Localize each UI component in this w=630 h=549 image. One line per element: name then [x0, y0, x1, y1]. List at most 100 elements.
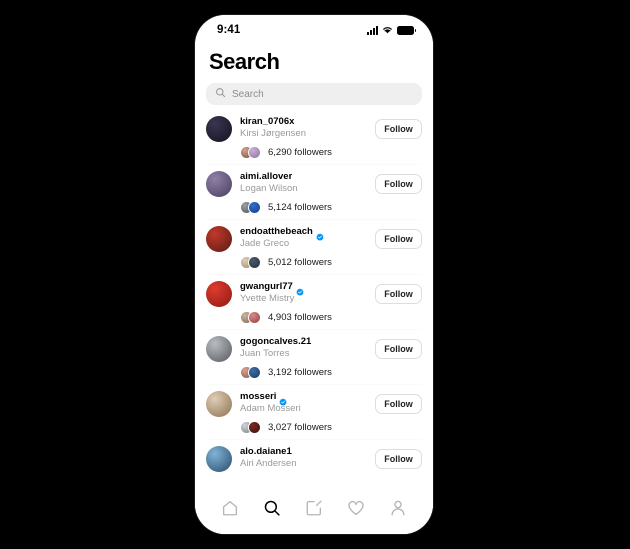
- profile-icon: [389, 499, 407, 522]
- avatar[interactable]: [206, 226, 232, 252]
- list-item[interactable]: gogoncalves.21 Juan Torres Follow 3,192 fol…: [206, 329, 422, 384]
- username-line: kiran_0706x: [240, 116, 367, 127]
- avatar[interactable]: [206, 116, 232, 142]
- mutual-avatar: [248, 311, 261, 324]
- username[interactable]: aimi.allover: [240, 171, 292, 182]
- status-time: 9:41: [217, 24, 241, 36]
- heart-icon: [347, 499, 365, 522]
- username-line: gwangurl77: [240, 281, 367, 296]
- username[interactable]: alo.daiane1: [240, 446, 292, 457]
- bottom-tab-bar: [195, 494, 433, 534]
- list-item-main: endoatthebeach Jade Greco Follow: [206, 226, 422, 252]
- account-identity: alo.daiane1 Airi Andersen: [240, 446, 367, 469]
- username[interactable]: mosseri: [240, 391, 276, 402]
- follower-count: 3,192 followers: [268, 367, 332, 378]
- mutual-avatar: [248, 146, 261, 159]
- account-identity: kiran_0706x Kirsi Jørgensen: [240, 116, 367, 139]
- username[interactable]: endoatthebeach: [240, 226, 313, 237]
- username-line: endoatthebeach: [240, 226, 367, 241]
- follow-button[interactable]: Follow: [375, 174, 422, 194]
- mutual-avatar: [248, 201, 261, 214]
- avatar[interactable]: [206, 336, 232, 362]
- followers-line: 5,124 followers: [206, 201, 422, 214]
- list-item-main: aimi.allover Logan Wilson Follow: [206, 171, 422, 197]
- mutual-avatar-stack: [240, 366, 262, 379]
- followers-line: 5,012 followers: [206, 256, 422, 269]
- home-icon: [221, 499, 239, 522]
- followers-line: 3,192 followers: [206, 366, 422, 379]
- username[interactable]: kiran_0706x: [240, 116, 294, 127]
- mutual-avatar-stack: [240, 421, 262, 434]
- full-name: Logan Wilson: [240, 183, 298, 194]
- account-identity: endoatthebeach Jade Greco: [240, 226, 367, 249]
- tab-activity[interactable]: [343, 497, 369, 523]
- list-item[interactable]: kiran_0706x Kirsi Jørgensen Follow 6,290 fo…: [206, 110, 422, 164]
- mutual-avatar-stack: [240, 311, 262, 324]
- mutual-avatar-stack: [240, 146, 262, 159]
- username-line: gogoncalves.21: [240, 336, 367, 347]
- status-bar: 9:41: [195, 15, 433, 45]
- mutual-avatar: [248, 366, 261, 379]
- create-icon: [305, 499, 323, 522]
- follower-count: 4,903 followers: [268, 312, 332, 323]
- list-item[interactable]: gwangurl77 Yvette Mistry Follow 4,903 follo…: [206, 274, 422, 329]
- search-results-list[interactable]: kiran_0706x Kirsi Jørgensen Follow 6,290 fo…: [195, 110, 433, 494]
- follow-button[interactable]: Follow: [375, 284, 422, 304]
- screenshot-canvas: 9:41 Search Search kiran_0706x Kirsi Jør…: [0, 0, 630, 549]
- cellular-signal-icon: [367, 25, 378, 35]
- username[interactable]: gwangurl77: [240, 281, 293, 292]
- mutual-avatar: [248, 421, 261, 434]
- tab-profile[interactable]: [385, 497, 411, 523]
- account-identity: mosseri Adam Mosseri: [240, 391, 367, 414]
- verified-badge-icon: [279, 393, 287, 406]
- follow-button[interactable]: Follow: [375, 449, 422, 469]
- phone-screen: 9:41 Search Search kiran_0706x Kirsi Jør…: [195, 15, 433, 534]
- list-item-main: alo.daiane1 Airi Andersen Follow: [206, 446, 422, 472]
- follow-button[interactable]: Follow: [375, 339, 422, 359]
- list-item[interactable]: endoatthebeach Jade Greco Follow 5,012 foll…: [206, 219, 422, 274]
- follow-button[interactable]: Follow: [375, 394, 422, 414]
- username-line: aimi.allover: [240, 171, 367, 182]
- mutual-avatar: [248, 256, 261, 269]
- search-icon: [263, 499, 281, 522]
- list-item[interactable]: mosseri Adam Mosseri Follow 3,027 followers: [206, 384, 422, 439]
- avatar[interactable]: [206, 281, 232, 307]
- tab-create[interactable]: [301, 497, 327, 523]
- follow-button[interactable]: Follow: [375, 119, 422, 139]
- follower-count: 5,012 followers: [268, 257, 332, 268]
- phone-frame: 9:41 Search Search kiran_0706x Kirsi Jør…: [195, 15, 433, 534]
- tab-home[interactable]: [217, 497, 243, 523]
- username[interactable]: gogoncalves.21: [240, 336, 311, 347]
- account-identity: aimi.allover Logan Wilson: [240, 171, 367, 194]
- list-item-main: gogoncalves.21 Juan Torres Follow: [206, 336, 422, 362]
- followers-line: 4,903 followers: [206, 311, 422, 324]
- username-line: mosseri: [240, 391, 367, 406]
- full-name: Jade Greco: [240, 238, 290, 249]
- follower-count: 5,124 followers: [268, 202, 332, 213]
- page-title: Search: [209, 49, 280, 74]
- verified-badge-icon: [296, 283, 304, 296]
- follow-button[interactable]: Follow: [375, 229, 422, 249]
- avatar[interactable]: [206, 391, 232, 417]
- list-item-main: gwangurl77 Yvette Mistry Follow: [206, 281, 422, 307]
- full-name: Adam Mosseri: [240, 403, 301, 414]
- avatar[interactable]: [206, 446, 232, 472]
- verified-badge-icon: [316, 228, 324, 241]
- wifi-icon: [382, 21, 393, 39]
- list-item[interactable]: aimi.allover Logan Wilson Follow 5,124 foll…: [206, 164, 422, 219]
- follower-count: 6,290 followers: [268, 147, 332, 158]
- followers-line: 3,027 followers: [206, 421, 422, 434]
- mutual-avatar-stack: [240, 201, 262, 214]
- username-line: alo.daiane1: [240, 446, 367, 457]
- list-item[interactable]: alo.daiane1 Airi Andersen Follow: [206, 439, 422, 477]
- search-input[interactable]: Search: [206, 83, 422, 105]
- mutual-avatar-stack: [240, 256, 262, 269]
- full-name: Kirsi Jørgensen: [240, 128, 306, 139]
- list-item-main: mosseri Adam Mosseri Follow: [206, 391, 422, 417]
- battery-icon: [397, 25, 416, 35]
- avatar[interactable]: [206, 171, 232, 197]
- full-name: Airi Andersen: [240, 458, 297, 469]
- tab-search[interactable]: [259, 497, 285, 523]
- account-identity: gwangurl77 Yvette Mistry: [240, 281, 367, 304]
- status-icons: [367, 21, 416, 39]
